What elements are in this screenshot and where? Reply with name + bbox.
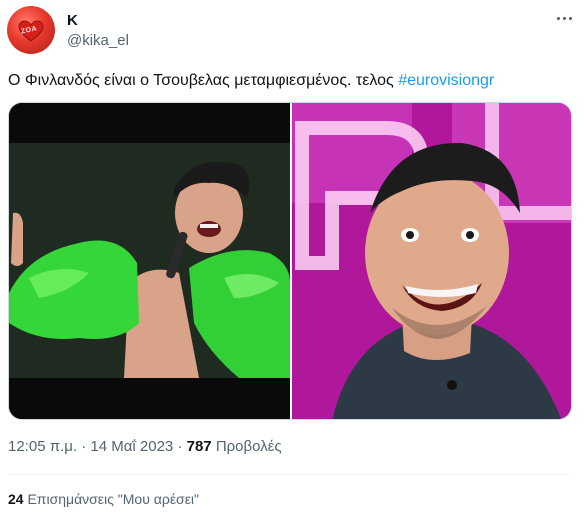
views-count: 787: [186, 438, 212, 455]
likes-count: 24: [8, 491, 24, 507]
views-label: Προβολές: [215, 438, 282, 455]
more-options-icon[interactable]: [554, 10, 576, 26]
author-display-name[interactable]: K: [67, 12, 78, 29]
media-image-right[interactable]: [292, 103, 571, 419]
tweet-body-text: Ο Φινλανδός είναι ο Τσουβελας μεταμφιεσμ…: [8, 72, 399, 89]
hashtag-link[interactable]: #eurovisiongr: [398, 72, 494, 89]
avatar[interactable]: ZOA: [7, 6, 55, 54]
media-image-left[interactable]: [9, 103, 290, 419]
laughing-man-photo: [292, 103, 571, 419]
likes-label: Επισημάνσεις "Μου αρέσει": [27, 491, 200, 507]
meta-separator: ·: [173, 438, 187, 455]
tweet-meta: 12:05 π.μ. · 14 Μαΐ 2023 · 787 Προβολές: [8, 438, 282, 455]
likes-stat[interactable]: 24 Επισημάνσεις "Μου αρέσει": [8, 491, 199, 507]
tweet-card: ZOA K @kika_el Ο Φινλανδός είναι ο Τσουβ…: [0, 0, 588, 520]
tweet-time[interactable]: 12:05 π.μ.: [8, 438, 77, 455]
performer-photo: [9, 103, 290, 419]
tweet-text: Ο Φινλανδός είναι ο Τσουβελας μεταμφιεσμ…: [8, 70, 494, 92]
tweet-date[interactable]: 14 Μαΐ 2023: [90, 438, 173, 455]
meta-separator: ·: [77, 438, 91, 455]
tweet-media: [8, 102, 572, 420]
author-handle[interactable]: @kika_el: [67, 32, 129, 49]
divider: [8, 474, 572, 475]
